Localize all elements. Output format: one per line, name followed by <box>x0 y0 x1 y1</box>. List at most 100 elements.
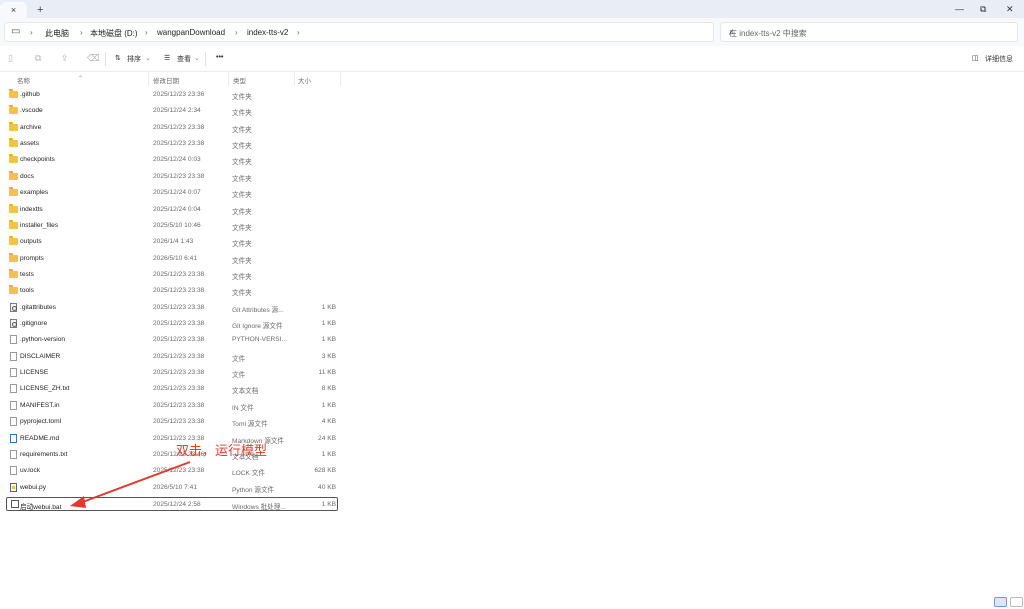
file-icon <box>10 335 17 345</box>
column-divider[interactable] <box>340 72 341 86</box>
folder-icon <box>9 187 18 197</box>
file-row[interactable]: indextts 2025/12/24 0:04 文件夹 <box>0 202 345 218</box>
file-type: Python 源文件 <box>232 486 275 494</box>
column-header-type[interactable]: 类型 <box>233 75 246 85</box>
file-row[interactable]: webui.py 2026/5/10 7:41 Python 源文件 40 KB <box>0 480 345 496</box>
file-name: examples <box>20 189 49 197</box>
file-modified-date: 2025/12/24 2:58 <box>153 500 201 508</box>
column-header-size[interactable]: 大小 <box>298 75 311 85</box>
file-row[interactable]: .gitignore 2025/12/23 23:38 Git Ignore 源文件… <box>0 316 345 332</box>
file-type: IN 文件 <box>232 404 254 412</box>
sort-button[interactable]: 排序 <box>127 54 141 64</box>
column-divider[interactable] <box>228 72 229 86</box>
new-tab-button[interactable]: + <box>37 2 43 18</box>
file-name: DISCLAIMER <box>20 352 61 360</box>
file-modified-date: 2025/12/23 23:38 <box>153 172 205 180</box>
file-row[interactable]: archive 2025/12/23 23:38 文件夹 <box>0 120 345 136</box>
file-row[interactable]: README.md 2025/12/23 23:38 Markdown 源文件 24 … <box>0 431 345 447</box>
column-header-name[interactable]: 名称 <box>17 75 30 85</box>
column-divider[interactable] <box>148 72 149 86</box>
file-row[interactable]: docs 2025/12/23 23:38 文件夹 <box>0 169 345 185</box>
breadcrumb-separator: › <box>145 28 148 37</box>
breadcrumb-wangpandownload[interactable]: wangpanDownload <box>157 28 225 37</box>
file-row[interactable]: .github 2025/12/23 23:36 文件夹 <box>0 87 345 103</box>
file-row[interactable]: tests 2025/12/23 23:38 文件夹 <box>0 267 345 283</box>
folder-icon <box>9 138 18 148</box>
file-modified-date: 2025/12/23 23:38 <box>153 467 205 475</box>
file-modified-date: 2025/5/10 10:46 <box>153 221 201 229</box>
file-type: LOCK 文件 <box>232 470 265 478</box>
breadcrumb-index-tts-v2[interactable]: index-tts-v2 <box>247 28 288 37</box>
file-row[interactable]: uv.lock 2025/12/23 23:38 LOCK 文件 628 KB <box>0 463 345 479</box>
folder-icon <box>9 252 18 262</box>
file-row[interactable]: DISCLAIMER 2025/12/23 23:38 文件 3 KB <box>0 349 345 365</box>
file-type: 文件夹 <box>232 290 252 298</box>
file-row[interactable]: prompts 2026/5/10 6:41 文件夹 <box>0 251 345 267</box>
file-row[interactable]: installer_files 2025/5/10 10:46 文件夹 <box>0 218 345 234</box>
file-row[interactable]: .python-version 2025/12/23 23:38 PYTHON-VE… <box>0 332 345 348</box>
folder-icon <box>9 89 18 98</box>
sort-icon: ⇅ <box>115 55 121 62</box>
file-modified-date: 2025/12/24 2:34 <box>153 107 201 115</box>
file-type: 文件夹 <box>232 175 252 183</box>
file-size: 8 KB <box>321 385 336 393</box>
file-row[interactable]: checkpoints 2025/12/24 0:03 文件夹 <box>0 152 345 168</box>
file-icon <box>10 417 17 427</box>
folder-icon <box>9 170 18 180</box>
file-row[interactable]: examples 2025/12/24 0:07 文件夹 <box>0 185 345 201</box>
sort-ascending-icon: ⌃ <box>78 76 84 82</box>
file-row[interactable]: .gitattributes 2025/12/23 23:38 Git Attrib… <box>0 300 345 316</box>
file-row[interactable]: assets 2025/12/23 23:38 文件夹 <box>0 136 345 152</box>
file-row[interactable]: 启动webui.bat 2025/12/24 2:58 Windows 批处理...… <box>6 496 338 511</box>
delete-icon[interactable]: ⌫ <box>87 53 100 64</box>
file-size: 1 KB <box>321 303 336 311</box>
file-modified-date: 2025/12/23 23:38 <box>153 369 205 377</box>
column-header-modified[interactable]: 修改日期 <box>153 75 179 85</box>
maximize-button[interactable]: ⧉ <box>980 3 986 15</box>
details-button[interactable]: 详细信息 <box>985 54 1013 64</box>
column-divider[interactable] <box>294 72 295 86</box>
view-button[interactable]: 查看 <box>177 54 191 64</box>
copy-icon[interactable]: ⧉ <box>35 53 41 64</box>
file-modified-date: 2025/12/23 23:38 <box>153 320 205 328</box>
file-row[interactable]: MANIFEST.in 2025/12/23 23:38 IN 文件 1 KB <box>0 398 345 414</box>
file-size: 1 KB <box>321 336 336 344</box>
file-row[interactable]: .vscode 2025/12/24 2:34 文件夹 <box>0 103 345 119</box>
folder-icon <box>9 285 18 295</box>
details-view-button[interactable] <box>994 597 1007 607</box>
toolbar-divider <box>205 52 206 66</box>
close-window-button[interactable]: ✕ <box>1006 3 1014 15</box>
file-type: 文件夹 <box>232 208 252 216</box>
address-bar[interactable]: ▭ › 此电脑 › 本地磁盘 (D:) › wangpanDownload › … <box>4 22 714 42</box>
share-icon[interactable]: ⇪ <box>61 53 69 64</box>
file-row[interactable]: pyproject.toml 2025/12/23 23:38 Toml 源文件 4 … <box>0 414 345 430</box>
file-type: 文件夹 <box>232 192 252 200</box>
search-box[interactable]: 在 index-tts-v2 中搜索 ⌕ <box>720 22 1018 42</box>
more-options-button[interactable]: ••• <box>216 54 223 61</box>
cut-icon[interactable]: ▯ <box>8 53 13 64</box>
file-size: 628 KB <box>314 467 336 475</box>
file-row[interactable]: requirements.txt 2025/12/23 23:46 文本文档 1 KB <box>0 447 345 463</box>
file-name: assets <box>20 140 40 148</box>
tiles-view-button[interactable] <box>1010 597 1023 607</box>
file-icon <box>10 400 17 410</box>
minimize-button[interactable]: — <box>955 3 964 15</box>
file-modified-date: 2025/12/23 23:38 <box>153 140 205 148</box>
folder-icon <box>9 121 18 131</box>
tab-close-button[interactable]: × <box>0 2 27 18</box>
file-row[interactable]: LICENSE 2025/12/23 23:38 文件 11 KB <box>0 365 345 381</box>
file-row[interactable]: outputs 2026/1/4 1:43 文件夹 <box>0 234 345 250</box>
file-modified-date: 2025/12/23 23:38 <box>153 385 205 393</box>
file-name: .gitattributes <box>20 303 56 311</box>
folder-icon <box>9 236 18 246</box>
file-type: 文件夹 <box>232 143 252 151</box>
file-row[interactable]: LICENSE_ZH.txt 2025/12/23 23:38 文本文档 8 KB <box>0 381 345 397</box>
computer-icon: ▭ <box>11 26 21 37</box>
file-name: pyproject.toml <box>20 418 62 426</box>
breadcrumb-drive-d[interactable]: 本地磁盘 (D:) <box>90 28 138 39</box>
file-modified-date: 2025/12/23 23:38 <box>153 418 205 426</box>
toolbar-divider <box>105 52 106 66</box>
file-row[interactable]: tools 2025/12/23 23:38 文件夹 <box>0 283 345 299</box>
breadcrumb-this-pc[interactable]: 此电脑 <box>45 28 69 39</box>
file-name: .python-version <box>20 336 66 344</box>
